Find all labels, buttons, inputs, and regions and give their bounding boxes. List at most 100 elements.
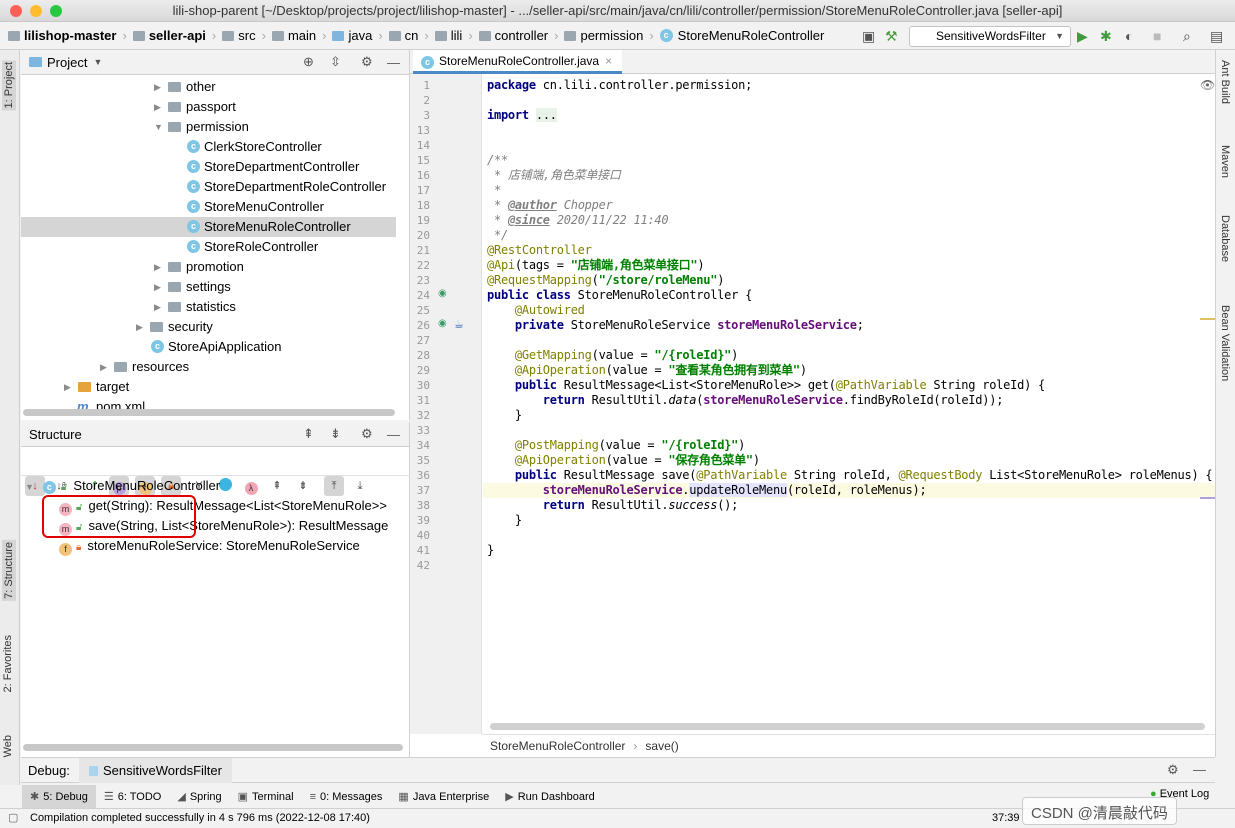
tab-structure[interactable]: 7: Structure: [2, 540, 16, 601]
structure-member[interactable]: f 🔒︎ storeMenuRoleService: StoreMenuRoleSe…: [59, 536, 360, 556]
hide-icon[interactable]: —: [387, 55, 400, 70]
toggle-tool-windows-icon[interactable]: ▢: [8, 809, 18, 828]
coverage-icon[interactable]: ◐: [1125, 28, 1133, 44]
project-tree-item[interactable]: ▶ promotion: [21, 257, 396, 277]
tab-ant-build[interactable]: Ant Build: [1219, 60, 1231, 104]
eye-icon[interactable]: 👁︎: [1200, 78, 1215, 92]
breadcrumb-item[interactable]: main ›: [271, 28, 326, 43]
gear-icon[interactable]: ⚙: [361, 426, 373, 442]
tab-database[interactable]: Database: [1219, 215, 1231, 262]
project-tree-item[interactable]: ▼ permission: [21, 117, 396, 137]
tool-window-rundashboard[interactable]: ▶ Run Dashboard: [497, 785, 603, 808]
project-hscrollbar[interactable]: [23, 409, 395, 416]
expand-all-icon[interactable]: ⇞: [303, 426, 314, 442]
code-token: */: [487, 228, 508, 242]
run-configuration-select[interactable]: SensitiveWordsFilter ▼: [909, 26, 1071, 47]
code-token: ResultUtil.: [584, 498, 669, 512]
breadcrumb-item[interactable]: lili ›: [434, 28, 473, 43]
tab-project[interactable]: 1: Project: [2, 60, 16, 111]
show-lambdas-button[interactable]: λ: [241, 476, 261, 496]
tool-window-debug[interactable]: ✱ 5: Debug: [22, 785, 96, 808]
project-tree-item[interactable]: ▶ passport: [21, 97, 396, 117]
tool-window-todo[interactable]: ☰ 6: TODO: [96, 785, 169, 808]
breadcrumb-item[interactable]: seller-api ›: [132, 28, 216, 43]
project-tree-item[interactable]: c ClerkStoreController: [21, 137, 396, 157]
collapsed-arrow-icon[interactable]: ▶: [100, 357, 107, 377]
expanded-arrow-icon[interactable]: ▼: [154, 117, 163, 137]
collapsed-arrow-icon[interactable]: ▶: [154, 77, 161, 97]
tab-maven[interactable]: Maven: [1219, 145, 1231, 178]
project-tree-item[interactable]: c StoreMenuRoleController: [21, 217, 396, 237]
breadcrumb-class[interactable]: StoreMenuRoleController: [490, 739, 625, 753]
expand-arrow-icon[interactable]: ▼: [25, 482, 34, 492]
code-area[interactable]: package cn.lili.controller.permission; im…: [410, 74, 1215, 724]
gear-icon[interactable]: ⚙: [1167, 762, 1179, 778]
breadcrumb-item[interactable]: java ›: [332, 28, 383, 43]
debug-session-tab[interactable]: SensitiveWordsFilter: [79, 758, 232, 783]
project-tree-item[interactable]: c StoreRoleController: [21, 237, 396, 257]
breadcrumb-method[interactable]: save(): [645, 739, 678, 753]
project-tree-item[interactable]: ▶ other: [21, 77, 396, 97]
tool-window-terminal[interactable]: ▣ Terminal: [230, 785, 302, 808]
chevron-down-icon[interactable]: ▼: [93, 57, 102, 67]
tab-favorites[interactable]: 2: Favorites: [2, 635, 14, 692]
collapsed-arrow-icon[interactable]: ▶: [154, 277, 161, 297]
autoscroll-to-source-icon[interactable]: ⤒: [324, 476, 344, 496]
maximize-window-button[interactable]: [50, 5, 62, 17]
project-tree-item[interactable]: c StoreApiApplication: [21, 337, 396, 357]
hammer-icon[interactable]: ⚒: [885, 28, 898, 45]
project-tree-item[interactable]: ▶ target: [21, 377, 396, 397]
editor-hscrollbar[interactable]: [490, 723, 1205, 730]
collapsed-arrow-icon[interactable]: ▶: [64, 377, 71, 397]
structure-hscrollbar[interactable]: [23, 744, 403, 751]
code-token: (value =: [598, 438, 662, 452]
collapse-all-icon[interactable]: ⇟: [330, 426, 341, 442]
structure-root[interactable]: ▼ c 🔓︎ StoreMenuRoleController: [25, 476, 220, 496]
expand-all-icon[interactable]: ⇞: [267, 476, 287, 496]
project-tree-item[interactable]: ▶ resources: [21, 357, 396, 377]
project-structure-icon[interactable]: ▤: [1210, 28, 1223, 45]
collapse-all-icon[interactable]: ⇟: [293, 476, 313, 496]
project-tree-item[interactable]: ▶ statistics: [21, 297, 396, 317]
breadcrumb-item[interactable]: src ›: [222, 28, 266, 43]
build-icon[interactable]: ▣: [862, 28, 875, 45]
code-line: @RequestMapping("/store/roleMenu"): [487, 273, 724, 288]
collapsed-arrow-icon[interactable]: ▶: [136, 317, 143, 337]
debug-icon[interactable]: ✱: [1100, 28, 1112, 45]
code-token: cn.lili.controller.permission;: [535, 78, 753, 92]
autoscroll-from-source-icon[interactable]: ⤓: [350, 476, 370, 496]
close-tab-icon[interactable]: ×: [605, 54, 612, 68]
tab-storemenurolecontroller[interactable]: c StoreMenuRoleController.java ×: [413, 50, 623, 74]
collapsed-arrow-icon[interactable]: ▶: [154, 297, 161, 317]
collapsed-arrow-icon[interactable]: ▶: [154, 257, 161, 277]
tab-web[interactable]: Web: [2, 735, 14, 757]
project-tree-item[interactable]: c StoreDepartmentRoleController: [21, 177, 396, 197]
tool-window-javaenterprise[interactable]: ▦ Java Enterprise: [390, 785, 497, 808]
hide-icon[interactable]: —: [1193, 762, 1206, 777]
breadcrumb-item[interactable]: c StoreMenuRoleController: [659, 28, 824, 43]
hide-icon[interactable]: —: [387, 427, 400, 442]
project-tree-item[interactable]: c StoreDepartmentController: [21, 157, 396, 177]
minimize-window-button[interactable]: [30, 5, 42, 17]
project-tree-item[interactable]: ▶ security: [21, 317, 396, 337]
stop-icon[interactable]: ■: [1153, 28, 1161, 44]
breadcrumb-item[interactable]: permission ›: [564, 28, 654, 43]
caret-position[interactable]: 37:39: [992, 809, 1020, 828]
collapsed-arrow-icon[interactable]: ▶: [154, 97, 161, 117]
close-window-button[interactable]: [10, 5, 22, 17]
tool-window-messages[interactable]: ≡ 0: Messages: [302, 785, 391, 808]
tab-bean-validation[interactable]: Bean Validation: [1219, 305, 1231, 381]
breadcrumb-item[interactable]: controller ›: [478, 28, 558, 43]
breadcrumb-item[interactable]: lilishop-master ›: [8, 28, 127, 43]
run-icon[interactable]: ▶: [1077, 28, 1088, 45]
project-tree-item[interactable]: c StoreMenuController: [21, 197, 396, 217]
project-tree-item[interactable]: ▶ settings: [21, 277, 396, 297]
collapse-all-icon[interactable]: ⇳: [330, 54, 341, 70]
tool-window-spring[interactable]: ◢ Spring: [169, 785, 229, 808]
breadcrumb-item[interactable]: cn ›: [388, 28, 429, 43]
search-icon[interactable]: ⌕: [1183, 28, 1191, 45]
locate-icon[interactable]: ⊕: [303, 54, 314, 70]
gear-icon[interactable]: ⚙: [361, 54, 373, 70]
project-panel-title[interactable]: Project: [47, 55, 87, 70]
